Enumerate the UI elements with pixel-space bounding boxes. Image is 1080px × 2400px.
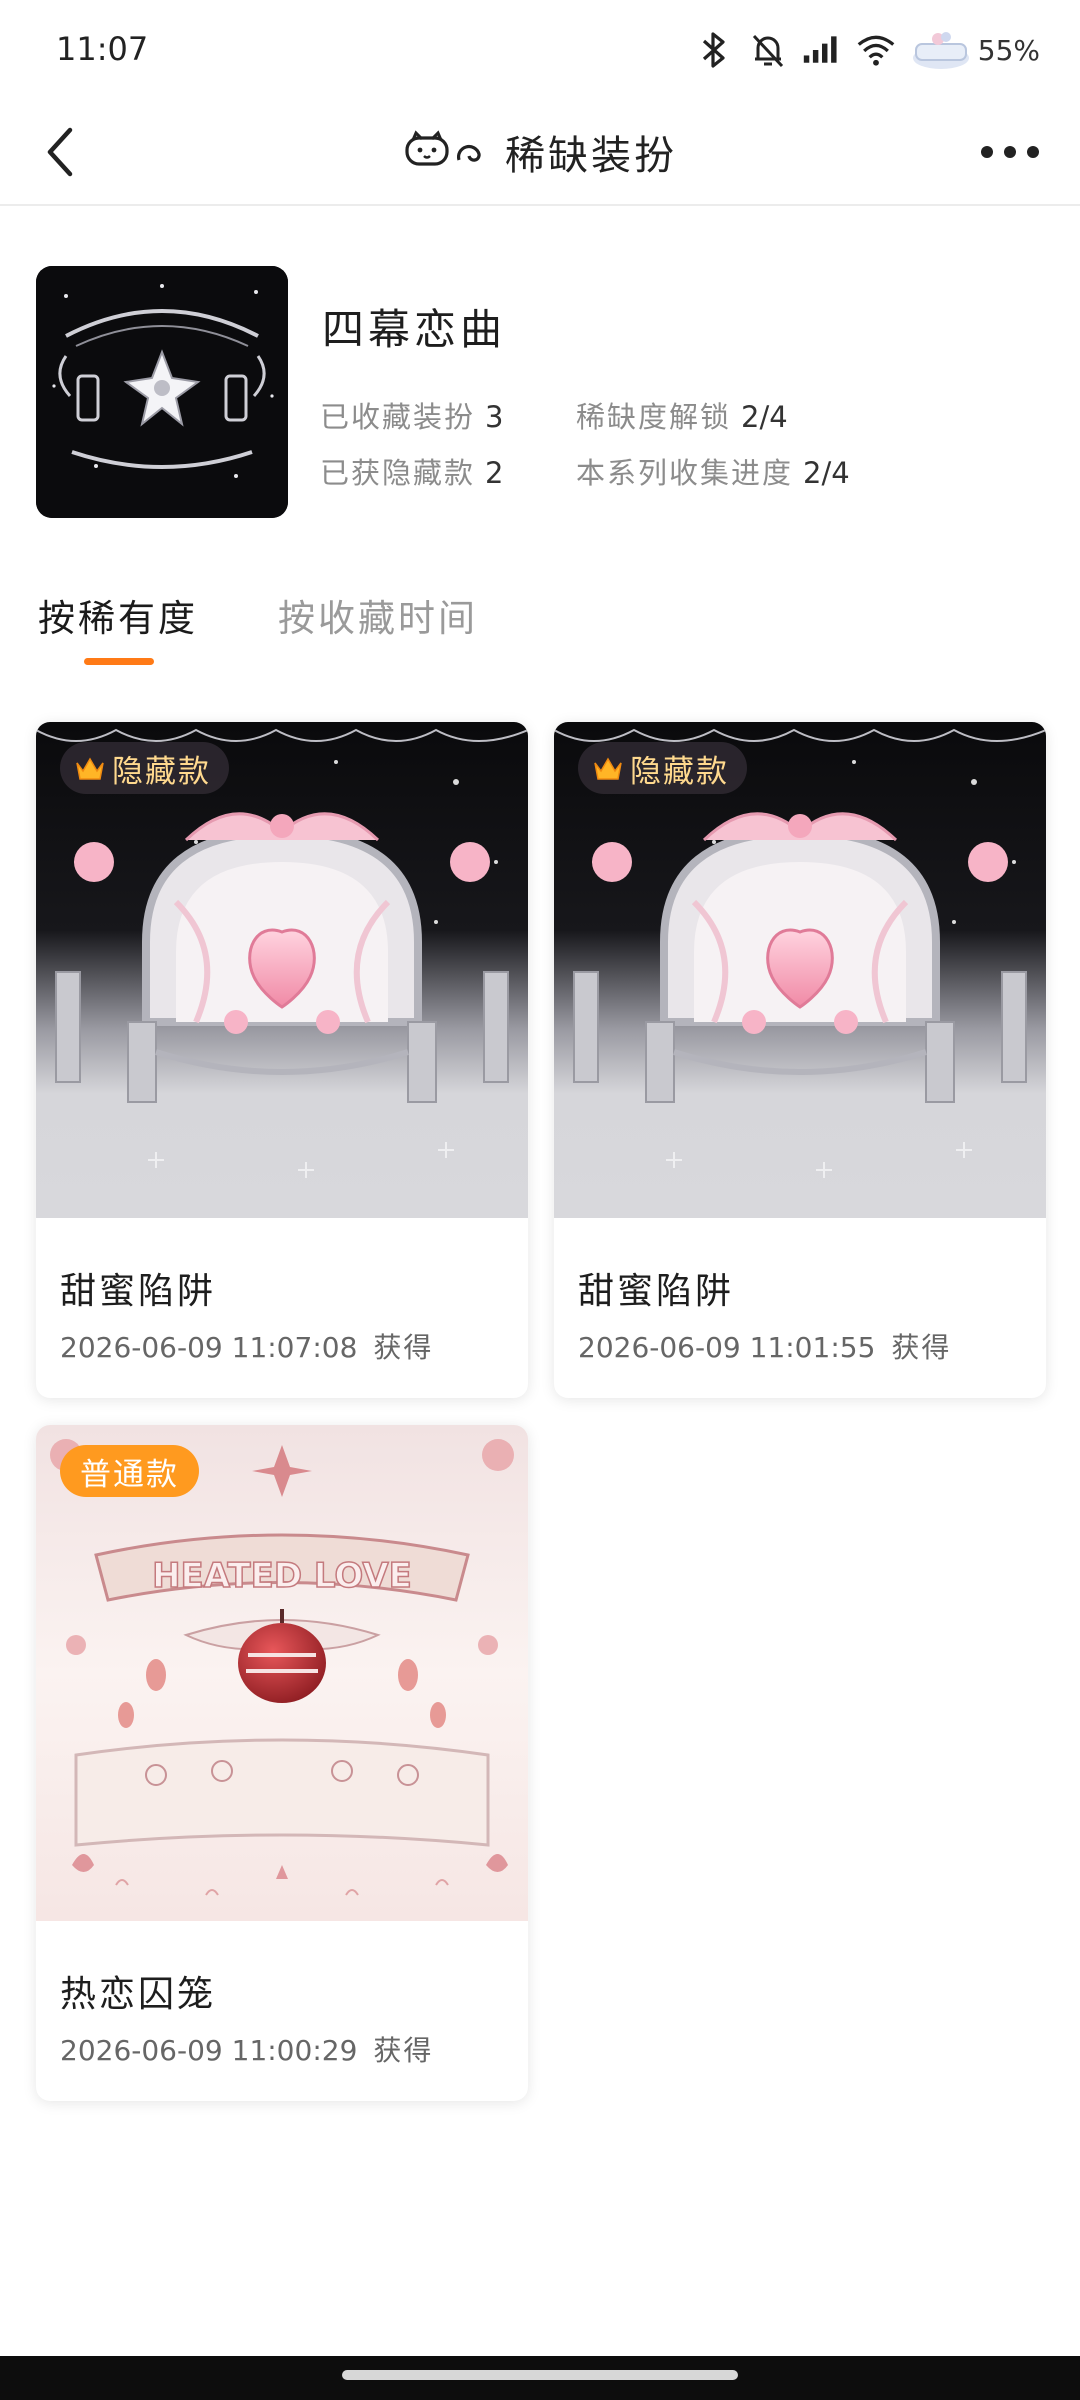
more-dots-icon	[981, 146, 1039, 158]
card-date: 2026-06-09 11:00:29 获得	[60, 2034, 434, 2067]
page-title: 稀缺装扮	[505, 133, 677, 179]
card-title: 热恋囚笼	[60, 1974, 217, 2015]
badge-label: 隐藏款	[112, 753, 211, 790]
stat-series-progress: 本系列收集进度 2/4	[576, 456, 850, 490]
status-icons: 55%	[694, 24, 1040, 76]
battery-icon	[910, 30, 972, 70]
series-header: 四幕恋曲 已收藏装扮 3 稀缺度解锁 2/4 已获隐藏款 2 本系列收集进度 2/4	[36, 266, 1046, 518]
rarity-badge: 普通款	[60, 1445, 199, 1497]
series-cover-image	[36, 266, 288, 518]
costume-artwork	[36, 722, 528, 1218]
home-indicator[interactable]	[342, 2370, 738, 2380]
tab-active-indicator	[84, 658, 154, 665]
card-date: 2026-06-09 11:07:08 获得	[60, 1331, 434, 1364]
costume-card[interactable]: 隐藏款 甜蜜陷阱 2026-06-09 11:01:55 获得	[554, 722, 1046, 1398]
gesture-bar	[0, 2356, 1080, 2400]
wifi-icon	[856, 30, 896, 70]
rarity-badge: 隐藏款	[578, 742, 747, 794]
signal-icon	[802, 30, 842, 70]
badge-label: 隐藏款	[630, 753, 729, 790]
status-time: 11:07	[56, 30, 149, 68]
stat-rarity-unlocked: 稀缺度解锁 2/4	[576, 400, 788, 434]
tab-by-collect-time[interactable]: 按收藏时间	[278, 588, 478, 642]
card-title: 甜蜜陷阱	[60, 1271, 217, 1312]
nav-title-group: 稀缺装扮	[0, 124, 1080, 180]
card-title: 甜蜜陷阱	[578, 1271, 735, 1312]
battery-percent: 55%	[977, 33, 1040, 67]
series-name: 四幕恋曲	[322, 305, 507, 354]
costume-card[interactable]: 隐藏款 甜蜜陷阱 2026-06-09 11:07:08 获得	[36, 722, 528, 1398]
mute-bell-icon	[748, 30, 788, 70]
rarity-badge: 隐藏款	[60, 742, 229, 794]
stat-hidden-obtained: 已获隐藏款 2	[320, 456, 504, 490]
more-button[interactable]	[970, 122, 1050, 182]
status-bar: 11:07 55%	[0, 0, 1080, 100]
cat-logo-icon	[403, 130, 491, 174]
nav-bar: 稀缺装扮	[0, 100, 1080, 206]
sort-tabs: 按稀有度 按收藏时间	[0, 580, 1080, 680]
bluetooth-icon	[694, 30, 734, 70]
costume-artwork	[554, 722, 1046, 1218]
crown-icon	[592, 754, 624, 782]
tab-by-rarity[interactable]: 按稀有度	[38, 588, 198, 642]
artwork-banner-text: HEATED LOVE	[152, 1556, 412, 1596]
costume-artwork: HEATED LOVE	[36, 1425, 528, 1921]
costume-card[interactable]: HEATED LOVE 普通款 热恋囚笼 2026-06-09 11:00:29…	[36, 1425, 528, 2101]
stat-collected: 已收藏装扮 3	[320, 400, 504, 434]
card-date: 2026-06-09 11:01:55 获得	[578, 1331, 952, 1364]
crown-icon	[74, 754, 106, 782]
